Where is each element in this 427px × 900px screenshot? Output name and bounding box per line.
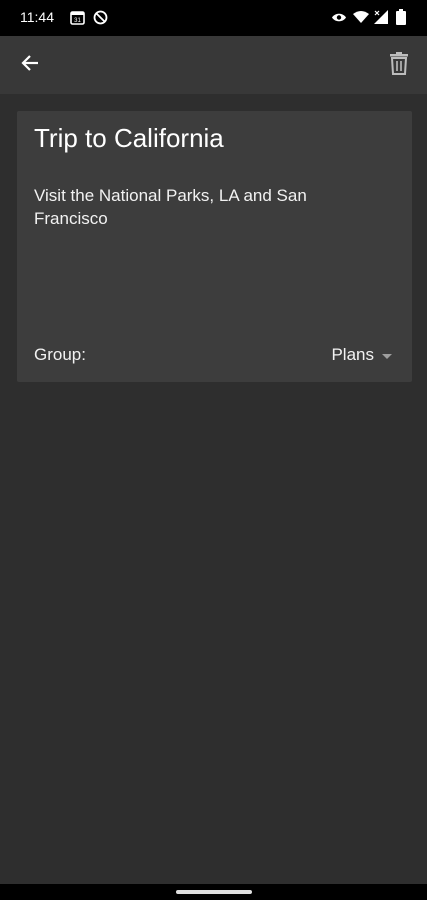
group-value: Plans	[331, 345, 374, 364]
eye-icon	[331, 11, 347, 29]
group-dropdown[interactable]: Plans	[331, 345, 392, 365]
no-disturb-icon	[93, 10, 108, 30]
signal-icon	[373, 9, 389, 30]
note-title[interactable]: Trip to California	[34, 123, 224, 154]
group-label: Group:	[34, 345, 86, 364]
status-time: 11:44	[20, 9, 54, 25]
chevron-down-icon	[382, 353, 392, 359]
group-row: Group: Plans	[34, 345, 392, 369]
home-handle[interactable]	[176, 890, 252, 894]
back-button[interactable]	[12, 47, 48, 83]
status-bar: 11:44 31	[0, 0, 427, 36]
arrow-left-icon	[20, 53, 40, 78]
toolbar	[0, 36, 427, 94]
note-body[interactable]: Visit the National Parks, LA and San Fra…	[34, 184, 374, 230]
navigation-bar	[0, 884, 427, 900]
calendar-icon: 31	[70, 10, 85, 30]
trash-icon	[389, 51, 409, 80]
delete-button[interactable]	[381, 47, 417, 83]
battery-icon	[396, 9, 406, 30]
wifi-icon	[353, 10, 369, 29]
note-card: Trip to California Visit the National Pa…	[17, 111, 412, 382]
svg-text:31: 31	[74, 18, 81, 24]
